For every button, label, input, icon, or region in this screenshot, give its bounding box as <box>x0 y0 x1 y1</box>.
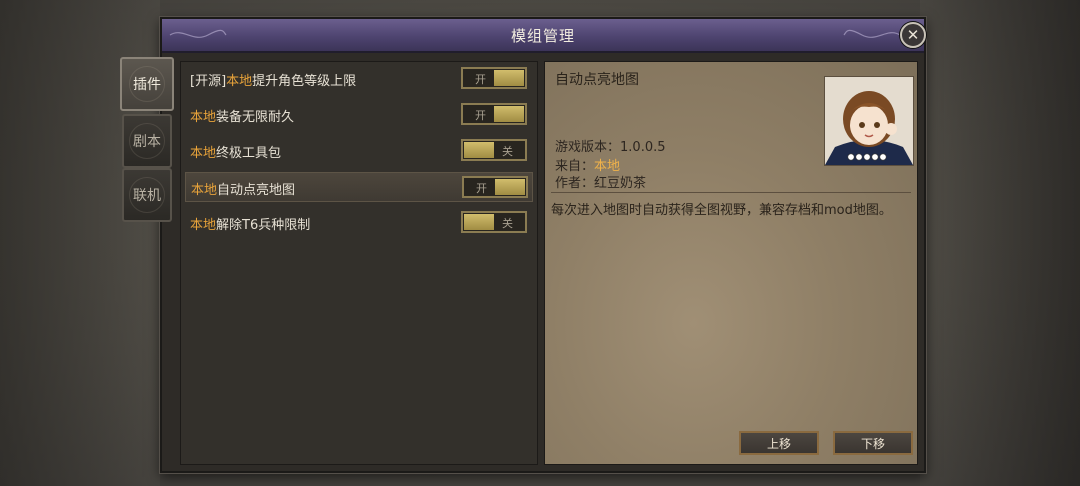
mod-prefix: [开源] <box>190 74 227 89</box>
toggle-knob <box>495 179 525 195</box>
mod-toggle[interactable]: 关 <box>461 139 527 161</box>
version-label: 游戏版本： <box>555 140 621 155</box>
dialog-title: 模组管理 <box>510 26 575 45</box>
mod-list: [开源]本地提升角色等级上限 开 本地装备无限耐久 开 本地终极工具包 关 本地… <box>180 61 538 465</box>
mod-source: 本地 <box>191 183 218 198</box>
mod-name: 本地装备无限耐久 <box>190 106 294 125</box>
mod-title: 提升角色等级上限 <box>252 74 357 89</box>
game-version-line: 游戏版本：1.0.0.5 <box>555 136 666 155</box>
tab-emblem-icon <box>129 123 165 159</box>
detail-title: 自动点亮地图 <box>555 72 639 88</box>
toggle-label: 开 <box>475 73 486 86</box>
toggle-label: 关 <box>502 145 513 158</box>
mod-toggle[interactable]: 开 <box>461 67 527 89</box>
mod-row[interactable]: [开源]本地提升角色等级上限 开 <box>185 64 533 94</box>
toggle-knob <box>464 142 494 158</box>
mod-title: 解除T6兵种限制 <box>216 218 311 233</box>
tab-plugins[interactable]: 插件 <box>120 57 174 111</box>
mod-name: [开源]本地提升角色等级上限 <box>190 70 356 89</box>
tab-emblem-icon <box>129 177 165 213</box>
mod-source: 本地 <box>190 110 217 125</box>
toggle-label: 开 <box>476 182 487 195</box>
ornament-icon <box>843 29 901 38</box>
mod-name: 本地终极工具包 <box>190 142 281 161</box>
mod-title: 装备无限耐久 <box>216 110 295 125</box>
mod-title: 自动点亮地图 <box>217 183 296 198</box>
author-value: 红豆奶茶 <box>594 176 647 191</box>
close-button[interactable]: ✕ <box>900 22 926 48</box>
author-avatar <box>824 76 914 166</box>
tab-emblem-icon <box>129 66 165 102</box>
close-icon: ✕ <box>906 25 920 44</box>
mod-toggle[interactable]: 开 <box>462 176 528 198</box>
mod-toggle[interactable]: 开 <box>461 103 527 125</box>
title-bar: 模组管理 <box>162 19 924 53</box>
mod-row[interactable]: 本地终极工具包 关 <box>185 136 533 166</box>
mod-row[interactable]: 本地解除T6兵种限制 关 <box>185 208 533 238</box>
author-label: 作者： <box>555 176 595 191</box>
move-up-button[interactable]: 上移 <box>739 431 819 455</box>
avatar-portrait-icon <box>825 77 913 165</box>
divider <box>551 192 911 193</box>
mod-toggle[interactable]: 关 <box>461 211 527 233</box>
background-right <box>920 0 1080 486</box>
mod-source: 本地 <box>190 146 217 161</box>
tab-scenarios[interactable]: 剧本 <box>122 114 172 168</box>
toggle-knob <box>494 106 524 122</box>
toggle-knob <box>464 214 494 230</box>
mod-source: 本地 <box>226 74 253 89</box>
mod-row[interactable]: 本地装备无限耐久 开 <box>185 100 533 130</box>
ornament-icon <box>169 29 227 38</box>
mod-name: 本地自动点亮地图 <box>191 179 295 198</box>
mod-manager-dialog: 模组管理 ✕ 插件 剧本 联机 [开源]本地提升角色等级上限 开 本地装备无限耐… <box>120 17 926 473</box>
toggle-label: 关 <box>502 217 513 230</box>
mod-detail-panel: 自动点亮地图 游戏版本：1.0.0.5 来自：本地 作者：红豆奶茶 每次进入地图… <box>544 61 918 465</box>
mod-description: 每次进入地图时自动获得全图视野，兼容存档和mod地图。 <box>551 203 892 218</box>
move-down-button[interactable]: 下移 <box>833 431 913 455</box>
toggle-knob <box>494 70 524 86</box>
mod-name: 本地解除T6兵种限制 <box>190 214 310 233</box>
version-value: 1.0.0.5 <box>620 140 666 155</box>
toggle-label: 开 <box>475 109 486 122</box>
mod-row-selected[interactable]: 本地自动点亮地图 开 <box>185 172 533 202</box>
mod-source: 本地 <box>190 218 217 233</box>
tab-multiplayer[interactable]: 联机 <box>122 168 172 222</box>
mod-title: 终极工具包 <box>216 146 282 161</box>
author-line: 作者：红豆奶茶 <box>555 172 646 191</box>
